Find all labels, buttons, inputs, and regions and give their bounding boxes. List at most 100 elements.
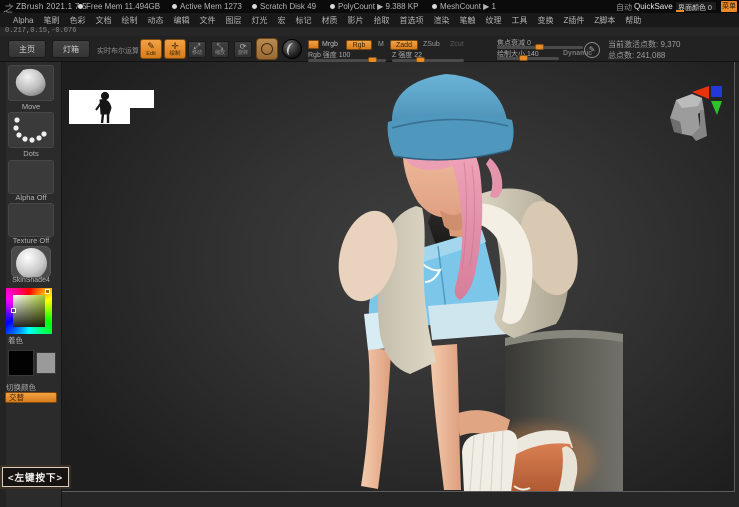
menu-draw[interactable]: 绘制: [116, 15, 142, 26]
texture-slot[interactable]: [8, 203, 54, 237]
stat-active-mem: Active Mem 1273: [172, 2, 242, 11]
dynamic-draw-size-icon[interactable]: ✎: [584, 42, 600, 58]
mrgb-label[interactable]: Mrgb: [322, 41, 338, 48]
sv-square[interactable]: [13, 295, 45, 327]
zcut-toggle[interactable]: Zcut: [450, 41, 464, 48]
stroke-name: Dots: [0, 149, 62, 158]
move-canvas-button[interactable]: ⤢ 移动: [188, 41, 206, 58]
brush-slot[interactable]: [8, 65, 54, 101]
tray-edge[interactable]: [0, 62, 6, 507]
move-brush-thumbnail: [9, 66, 53, 100]
auto-label: 自动: [616, 2, 632, 13]
menu-document[interactable]: 文档: [90, 15, 116, 26]
rotate-canvas-button[interactable]: ⟳ 旋转: [234, 41, 252, 58]
menu-help[interactable]: 帮助: [620, 15, 646, 26]
menu-brush[interactable]: 笔刷: [38, 15, 64, 26]
menu-zscript[interactable]: Z脚本: [589, 15, 620, 26]
mrgb-toggle[interactable]: [308, 40, 319, 49]
menu-stroke[interactable]: 笔触: [454, 15, 480, 26]
menu-layer[interactable]: 图层: [220, 15, 246, 26]
crosshair-icon: ✛: [165, 41, 185, 51]
alpha-slot[interactable]: [8, 160, 54, 194]
menus-button[interactable]: 菜单: [721, 1, 737, 12]
menu-zplugin[interactable]: Z插件: [558, 15, 589, 26]
material-name: SkinShade4: [0, 277, 62, 284]
status-dot-icon: [78, 4, 83, 9]
texture-name: Texture Off: [0, 236, 62, 245]
brush-name: Move: [0, 102, 62, 111]
mouse-hint-overlay: <左键按下>: [2, 467, 69, 487]
canvas-thumbnail: [68, 86, 160, 126]
sv-marker-icon: [11, 308, 16, 313]
rgb-toggle[interactable]: Rgb: [346, 40, 372, 50]
slider-handle[interactable]: [519, 55, 528, 61]
stroke-slot[interactable]: [8, 112, 54, 148]
menu-movie[interactable]: 影片: [342, 15, 368, 26]
secondary-color-swatch[interactable]: [36, 352, 56, 374]
menu-macro[interactable]: 宏: [272, 15, 290, 26]
zsub-toggle[interactable]: ZSub: [423, 41, 440, 48]
zadd-toggle[interactable]: Zadd: [390, 40, 418, 50]
material-slot[interactable]: [11, 246, 51, 278]
lightbox-button[interactable]: 灯箱: [52, 40, 90, 58]
menu-light[interactable]: 灯光: [246, 15, 272, 26]
home-button[interactable]: 主页: [8, 40, 46, 58]
material-swirl-icon: [285, 42, 299, 57]
status-dot-icon: [172, 4, 177, 9]
menu-preferences[interactable]: 首选项: [394, 15, 428, 26]
status-dot-icon: [252, 4, 257, 9]
active-points-readout: 当前激活点数: 9,370: [608, 39, 680, 50]
menu-dynamics[interactable]: 动态: [142, 15, 168, 26]
scale-canvas-button[interactable]: ⤡ 缩放: [211, 41, 229, 58]
document-canvas[interactable]: [62, 62, 735, 492]
menu-file[interactable]: 文件: [194, 15, 220, 26]
quicksave-button[interactable]: QuickSave: [634, 2, 673, 11]
total-points-readout: 总点数: 241,088: [608, 50, 665, 61]
sculpt-model[interactable]: [62, 62, 735, 492]
left-tray: Move Dots Alpha Off Texture Off SkinShad…: [0, 62, 62, 507]
camview-gizmo[interactable]: [662, 84, 732, 146]
edit-button[interactable]: ✎ Edit: [140, 39, 162, 59]
menu-alpha[interactable]: Alpha: [8, 16, 38, 25]
menu-texture[interactable]: 纹理: [480, 15, 506, 26]
menu-marker[interactable]: 标记: [290, 15, 316, 26]
menu-render[interactable]: 渲染: [428, 15, 454, 26]
stat-free-mem: Free Mem 11.494GB: [78, 2, 160, 11]
m-toggle[interactable]: M: [378, 41, 384, 48]
stat-polycount: PolyCount ▶ 9.388 KP: [330, 2, 418, 11]
main-color-swatch[interactable]: [8, 350, 34, 376]
pencil-icon: ✎: [141, 41, 161, 51]
menu-edit[interactable]: 编辑: [168, 15, 194, 26]
circle-brush-icon: [261, 43, 273, 55]
color-picker[interactable]: [6, 288, 52, 334]
app-title: ZBrush 2021.1 7.5: [16, 2, 87, 11]
status-dot-icon: [432, 4, 437, 9]
camview-head-icon: [670, 94, 707, 141]
top-shelf: 主页 灯箱 实时布尔运算 ✎ Edit ✛ 绘制 ⤢ 移动 ⤡ 缩放 ⟳ 旋转 …: [0, 36, 739, 62]
live-boolean-label[interactable]: 实时布尔运算: [97, 46, 139, 56]
alt-color-button[interactable]: 交替: [5, 392, 57, 403]
menu-tool[interactable]: 工具: [506, 15, 532, 26]
stat-scratch-disk: Scratch Disk 49: [252, 2, 316, 11]
menu-transform[interactable]: 变换: [532, 15, 558, 26]
menu-picker[interactable]: 拾取: [368, 15, 394, 26]
hue-marker-icon: [45, 289, 50, 294]
menu-color[interactable]: 色彩: [64, 15, 90, 26]
menu-material[interactable]: 材质: [316, 15, 342, 26]
current-material-button[interactable]: [282, 39, 302, 59]
status-dot-icon: [330, 4, 335, 9]
draw-button[interactable]: ✛ 绘制: [164, 39, 186, 59]
draw-size-slider[interactable]: [497, 57, 559, 60]
sock: [462, 430, 517, 492]
y-axis-icon: [711, 101, 722, 115]
stat-meshcount: MeshCount ▶ 1: [432, 2, 496, 11]
z-axis-icon: [711, 86, 722, 97]
current-brush-button[interactable]: [256, 38, 278, 60]
title-bar: 之 ZBrush 2021.1 7.5 Free Mem 11.494GB Ac…: [0, 0, 739, 13]
ui-color-slider[interactable]: 界面颜色 0: [675, 1, 717, 11]
dots-stroke-thumbnail: [9, 113, 53, 147]
skinshade-sphere-icon: [16, 248, 47, 278]
alpha-name: Alpha Off: [0, 193, 62, 202]
coords-readout: 0.217,0.15,-0.076: [5, 27, 76, 35]
beanie: [388, 74, 514, 160]
